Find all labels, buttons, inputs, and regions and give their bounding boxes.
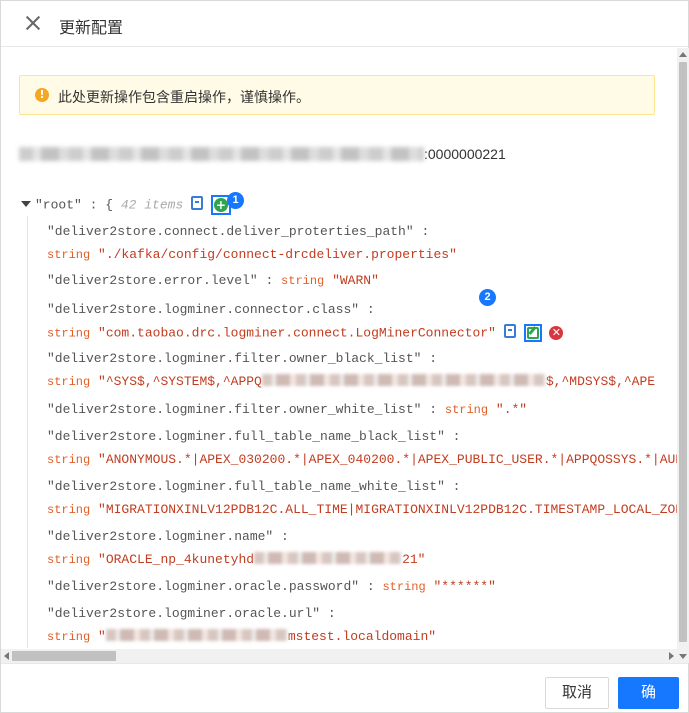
- add-item-icon[interactable]: +: [213, 198, 228, 212]
- callout-marker-1: 1: [227, 192, 244, 209]
- entry-type: string: [382, 580, 426, 594]
- entry-value[interactable]: "******": [434, 579, 496, 594]
- copy-icon[interactable]: [503, 324, 516, 339]
- root-item-count: 42 items: [120, 197, 184, 213]
- entry-key: "deliver2store.logminer.full_table_name_…: [47, 479, 445, 494]
- entry-separator: :: [320, 606, 336, 621]
- entry-separator: :: [257, 273, 282, 288]
- config-id-suffix: :0000000221: [424, 145, 506, 162]
- root-brace: : {: [89, 197, 114, 213]
- tree-guide-line: [27, 216, 28, 648]
- json-entry: "deliver2store.logminer.name" : string "…: [47, 528, 425, 569]
- cancel-button[interactable]: 取消: [545, 677, 609, 709]
- json-entry: "deliver2store.logminer.filter.owner_bla…: [47, 350, 655, 391]
- entry-type: string: [47, 630, 91, 644]
- entry-key: "deliver2store.logminer.connector.class": [47, 302, 360, 317]
- entry-value[interactable]: "WARN": [332, 273, 379, 288]
- entry-separator: :: [273, 529, 289, 544]
- entry-type: string: [47, 503, 91, 517]
- dialog-footer: 取消 确定: [1, 663, 688, 713]
- vertical-scrollbar[interactable]: [677, 48, 689, 663]
- entry-value-end: 21": [402, 552, 426, 567]
- entry-key: "deliver2store.logminer.filter.owner_whi…: [47, 402, 422, 417]
- redacted-config-name: [19, 146, 424, 161]
- entry-key: "deliver2store.logminer.filter.owner_bla…: [47, 351, 422, 366]
- entry-key: "deliver2store.logminer.oracle.password": [47, 579, 360, 594]
- entry-value[interactable]: "ORACLE_np_4kunetyhd: [98, 552, 254, 567]
- entry-type: string: [47, 326, 91, 341]
- edit-highlight-box: [523, 324, 542, 342]
- entry-separator: :: [359, 302, 375, 317]
- close-icon[interactable]: [23, 13, 43, 33]
- copy-icon[interactable]: [191, 196, 204, 211]
- entry-key: "deliver2store.logminer.oracle.url": [47, 606, 321, 621]
- redacted-value: [105, 629, 288, 641]
- dialog-body: ! 此处更新操作包含重启操作，谨慎操作。 :0000000221 "root" …: [1, 48, 677, 648]
- warning-icon: !: [35, 88, 49, 102]
- entry-key: "deliver2store.error.level": [47, 273, 258, 288]
- entry-value[interactable]: "com.taobao.drc.logminer.connect.LogMine…: [98, 325, 496, 340]
- horizontal-scrollbar[interactable]: [1, 649, 677, 663]
- entry-key: "deliver2store.connect.deliver_protertie…: [47, 224, 414, 239]
- json-entry: "deliver2store.logminer.oracle.password"…: [47, 578, 496, 596]
- vertical-scroll-thumb[interactable]: [679, 62, 687, 642]
- json-entry: "deliver2store.logminer.connector.class"…: [47, 301, 564, 342]
- json-entry: "deliver2store.logminer.filter.owner_whi…: [47, 401, 527, 419]
- json-entry: "deliver2store.connect.deliver_protertie…: [47, 223, 457, 264]
- collapse-caret-icon[interactable]: [21, 201, 31, 208]
- entry-separator: :: [444, 429, 461, 444]
- entry-key: "deliver2store.logminer.name": [47, 529, 274, 544]
- json-entry: "deliver2store.error.level" : string "WA…: [47, 272, 379, 290]
- entry-value[interactable]: ": [98, 629, 106, 644]
- dialog-header: 更新配置: [1, 1, 688, 47]
- entry-type: string: [281, 274, 325, 288]
- callout-marker-2: 2: [479, 289, 496, 306]
- entry-type: string: [47, 248, 91, 262]
- json-entry: "deliver2store.logminer.oracle.url" : st…: [47, 605, 436, 646]
- entry-key: "deliver2store.logminer.full_table_name_…: [47, 429, 445, 444]
- entry-value-end: $,^MDSYS$,^APE: [545, 374, 656, 389]
- root-key: "root": [35, 197, 82, 213]
- scroll-down-arrow-icon[interactable]: [679, 654, 687, 659]
- entry-value[interactable]: "^SYS$,^SYSTEM$,^APPQ: [98, 374, 262, 389]
- json-entry: "deliver2store.logminer.full_table_name_…: [47, 428, 677, 469]
- entry-value[interactable]: "./kafka/config/connect-drcdeliver.prope…: [98, 247, 457, 262]
- update-config-dialog: 更新配置 ! 此处更新操作包含重启操作，谨慎操作。 :0000000221 "r…: [0, 0, 689, 713]
- scroll-up-arrow-icon[interactable]: [679, 52, 687, 57]
- entry-type: string: [47, 375, 91, 389]
- warning-text: 此处更新操作包含重启操作，谨慎操作。: [58, 89, 310, 105]
- entry-type: string: [47, 453, 91, 467]
- horizontal-scroll-thumb[interactable]: [12, 651, 116, 661]
- entry-separator: :: [413, 224, 430, 239]
- entry-value-end: mstest.localdomain": [287, 629, 437, 644]
- entry-separator: :: [359, 579, 383, 594]
- entry-value[interactable]: ".*": [496, 402, 527, 417]
- confirm-button[interactable]: 确定: [618, 677, 679, 709]
- json-entry: "deliver2store.logminer.full_table_name_…: [47, 478, 677, 519]
- entry-type: string: [444, 403, 489, 417]
- config-identifier: :0000000221: [19, 145, 506, 165]
- redacted-value: [254, 552, 403, 564]
- scroll-right-arrow-icon[interactable]: [669, 652, 674, 660]
- entry-value[interactable]: "ANONYMOUS.*|APEX_030200.*|APEX_040200.*…: [98, 452, 677, 467]
- warning-alert: ! 此处更新操作包含重启操作，谨慎操作。: [19, 75, 655, 115]
- entry-separator: :: [421, 402, 445, 417]
- delete-icon[interactable]: ✕: [549, 326, 564, 341]
- entry-type: string: [47, 553, 91, 567]
- edit-icon[interactable]: [526, 327, 539, 339]
- entry-value[interactable]: "MIGRATIONXINLV12PDB12C.ALL_TIME|MIGRATI…: [98, 502, 677, 517]
- entry-separator: :: [421, 351, 438, 366]
- dialog-title: 更新配置: [59, 20, 124, 37]
- json-root-node: "root" : { 42 items +: [21, 195, 231, 215]
- entry-separator: :: [444, 479, 461, 494]
- scroll-left-arrow-icon[interactable]: [4, 652, 9, 660]
- redacted-value: [261, 374, 546, 386]
